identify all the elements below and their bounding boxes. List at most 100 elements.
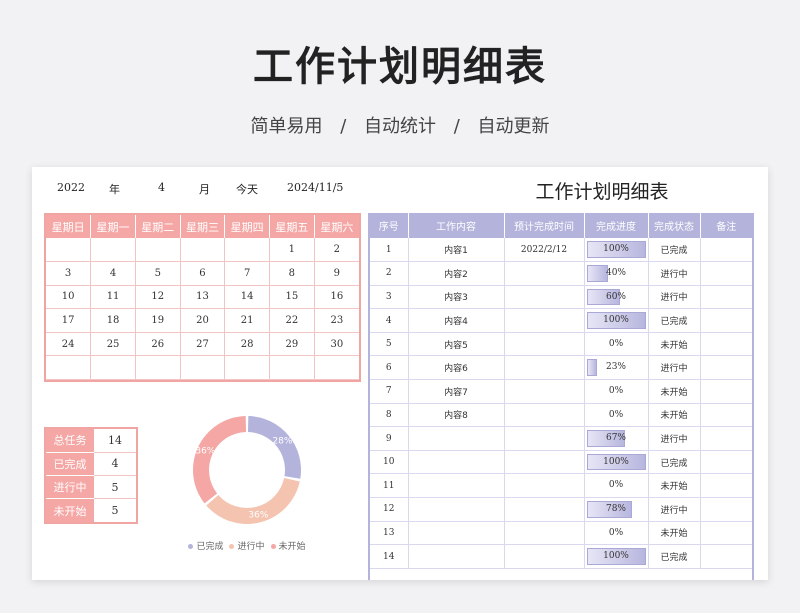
task-progress[interactable]: 78% [584, 497, 649, 522]
calendar-day[interactable] [180, 355, 226, 381]
calendar-day[interactable]: 25 [90, 332, 136, 357]
table-row[interactable]: 10 100% 已完成 [370, 450, 752, 475]
task-content[interactable] [408, 450, 505, 475]
calendar-day[interactable]: 13 [180, 285, 226, 310]
calendar-day[interactable]: 21 [224, 308, 271, 333]
task-due-date[interactable] [504, 355, 585, 381]
calendar-day[interactable]: 29 [269, 332, 315, 357]
calendar-day[interactable] [269, 355, 315, 381]
calendar-day[interactable]: 2 [314, 238, 359, 263]
table-row[interactable]: 13 0% 未开始 [370, 521, 752, 546]
task-due-date[interactable] [504, 379, 585, 404]
table-row[interactable]: 11 0% 未开始 [370, 473, 752, 499]
task-content[interactable]: 内容1 [408, 238, 505, 263]
task-content[interactable]: 内容8 [408, 403, 505, 428]
calendar-day[interactable] [135, 238, 181, 263]
calendar-day[interactable]: 5 [135, 261, 181, 286]
table-row[interactable]: 3 内容3 60% 进行中 [370, 285, 752, 310]
task-note[interactable] [700, 355, 752, 381]
task-content[interactable]: 内容2 [408, 261, 505, 286]
table-row[interactable]: 5 内容5 0% 未开始 [370, 332, 752, 357]
table-row[interactable]: 6 内容6 23% 进行中 [370, 355, 752, 381]
calendar-day[interactable]: 1 [269, 238, 315, 263]
task-progress[interactable]: 23% [584, 355, 649, 381]
calendar-day[interactable] [90, 355, 136, 381]
task-content[interactable]: 内容3 [408, 285, 505, 310]
calendar-day[interactable]: 24 [46, 332, 92, 357]
task-note[interactable] [700, 497, 752, 522]
table-row[interactable]: 1 内容1 2022/2/12 100% 已完成 [370, 238, 752, 263]
calendar-day[interactable]: 3 [46, 261, 92, 286]
donut-slice-3[interactable] [193, 416, 247, 504]
task-progress[interactable]: 60% [584, 285, 649, 310]
task-progress[interactable]: 67% [584, 426, 649, 451]
task-note[interactable] [700, 403, 752, 428]
calendar-day[interactable] [224, 355, 271, 381]
task-content[interactable] [408, 544, 505, 569]
task-note[interactable] [700, 521, 752, 546]
task-progress[interactable]: 0% [584, 521, 649, 546]
calendar-day[interactable]: 18 [90, 308, 136, 333]
task-content[interactable] [408, 521, 505, 546]
task-due-date[interactable] [504, 473, 585, 499]
calendar-day[interactable]: 9 [314, 261, 359, 286]
calendar-day[interactable] [224, 238, 271, 263]
calendar-day[interactable]: 4 [90, 261, 136, 286]
task-due-date[interactable] [504, 497, 585, 522]
task-note[interactable] [700, 544, 752, 569]
table-row[interactable]: 14 100% 已完成 [370, 544, 752, 569]
task-content[interactable]: 内容4 [408, 308, 505, 333]
task-due-date[interactable] [504, 261, 585, 286]
task-note[interactable] [700, 308, 752, 333]
task-note[interactable] [700, 238, 752, 263]
task-note[interactable] [700, 379, 752, 404]
task-due-date[interactable] [504, 426, 585, 451]
calendar-day[interactable]: 30 [314, 332, 359, 357]
task-due-date[interactable] [504, 544, 585, 569]
table-row[interactable]: 8 内容8 0% 未开始 [370, 403, 752, 428]
table-row[interactable]: 7 内容7 0% 未开始 [370, 379, 752, 404]
task-note[interactable] [700, 473, 752, 499]
task-progress[interactable]: 0% [584, 379, 649, 404]
calendar-day[interactable]: 19 [135, 308, 181, 333]
task-progress[interactable]: 0% [584, 332, 649, 357]
task-progress[interactable]: 0% [584, 473, 649, 499]
task-note[interactable] [700, 261, 752, 286]
calendar-day[interactable]: 26 [135, 332, 181, 357]
task-progress[interactable]: 100% [584, 308, 649, 333]
calendar-day[interactable]: 17 [46, 308, 92, 333]
task-content[interactable]: 内容5 [408, 332, 505, 357]
calendar-day[interactable] [135, 355, 181, 381]
calendar-day[interactable] [46, 355, 92, 381]
calendar-day[interactable]: 14 [224, 285, 271, 310]
calendar-day[interactable]: 23 [314, 308, 359, 333]
task-progress[interactable]: 100% [584, 544, 649, 569]
calendar-day[interactable] [90, 238, 136, 263]
donut-slice-1[interactable] [247, 416, 301, 479]
calendar-day[interactable]: 10 [46, 285, 92, 310]
task-progress[interactable]: 40% [584, 261, 649, 286]
task-due-date[interactable] [504, 332, 585, 357]
task-progress[interactable]: 100% [584, 450, 649, 475]
table-row[interactable]: 9 67% 进行中 [370, 426, 752, 451]
task-content[interactable] [408, 497, 505, 522]
calendar-day[interactable]: 22 [269, 308, 315, 333]
month-value[interactable]: 4 [158, 181, 165, 194]
task-progress[interactable]: 0% [584, 403, 649, 428]
year-value[interactable]: 2022 [57, 181, 85, 194]
calendar-day[interactable] [314, 355, 359, 381]
calendar-day[interactable]: 27 [180, 332, 226, 357]
task-due-date[interactable] [504, 308, 585, 333]
task-note[interactable] [700, 285, 752, 310]
calendar-day[interactable]: 11 [90, 285, 136, 310]
task-note[interactable] [700, 426, 752, 451]
table-row[interactable]: 12 78% 进行中 [370, 497, 752, 522]
task-due-date[interactable] [504, 403, 585, 428]
task-due-date[interactable]: 2022/2/12 [504, 238, 585, 263]
task-due-date[interactable] [504, 285, 585, 310]
calendar-day[interactable] [180, 238, 226, 263]
task-progress[interactable]: 100% [584, 238, 649, 263]
calendar-day[interactable]: 6 [180, 261, 226, 286]
task-content[interactable]: 内容6 [408, 355, 505, 381]
task-content[interactable] [408, 473, 505, 499]
